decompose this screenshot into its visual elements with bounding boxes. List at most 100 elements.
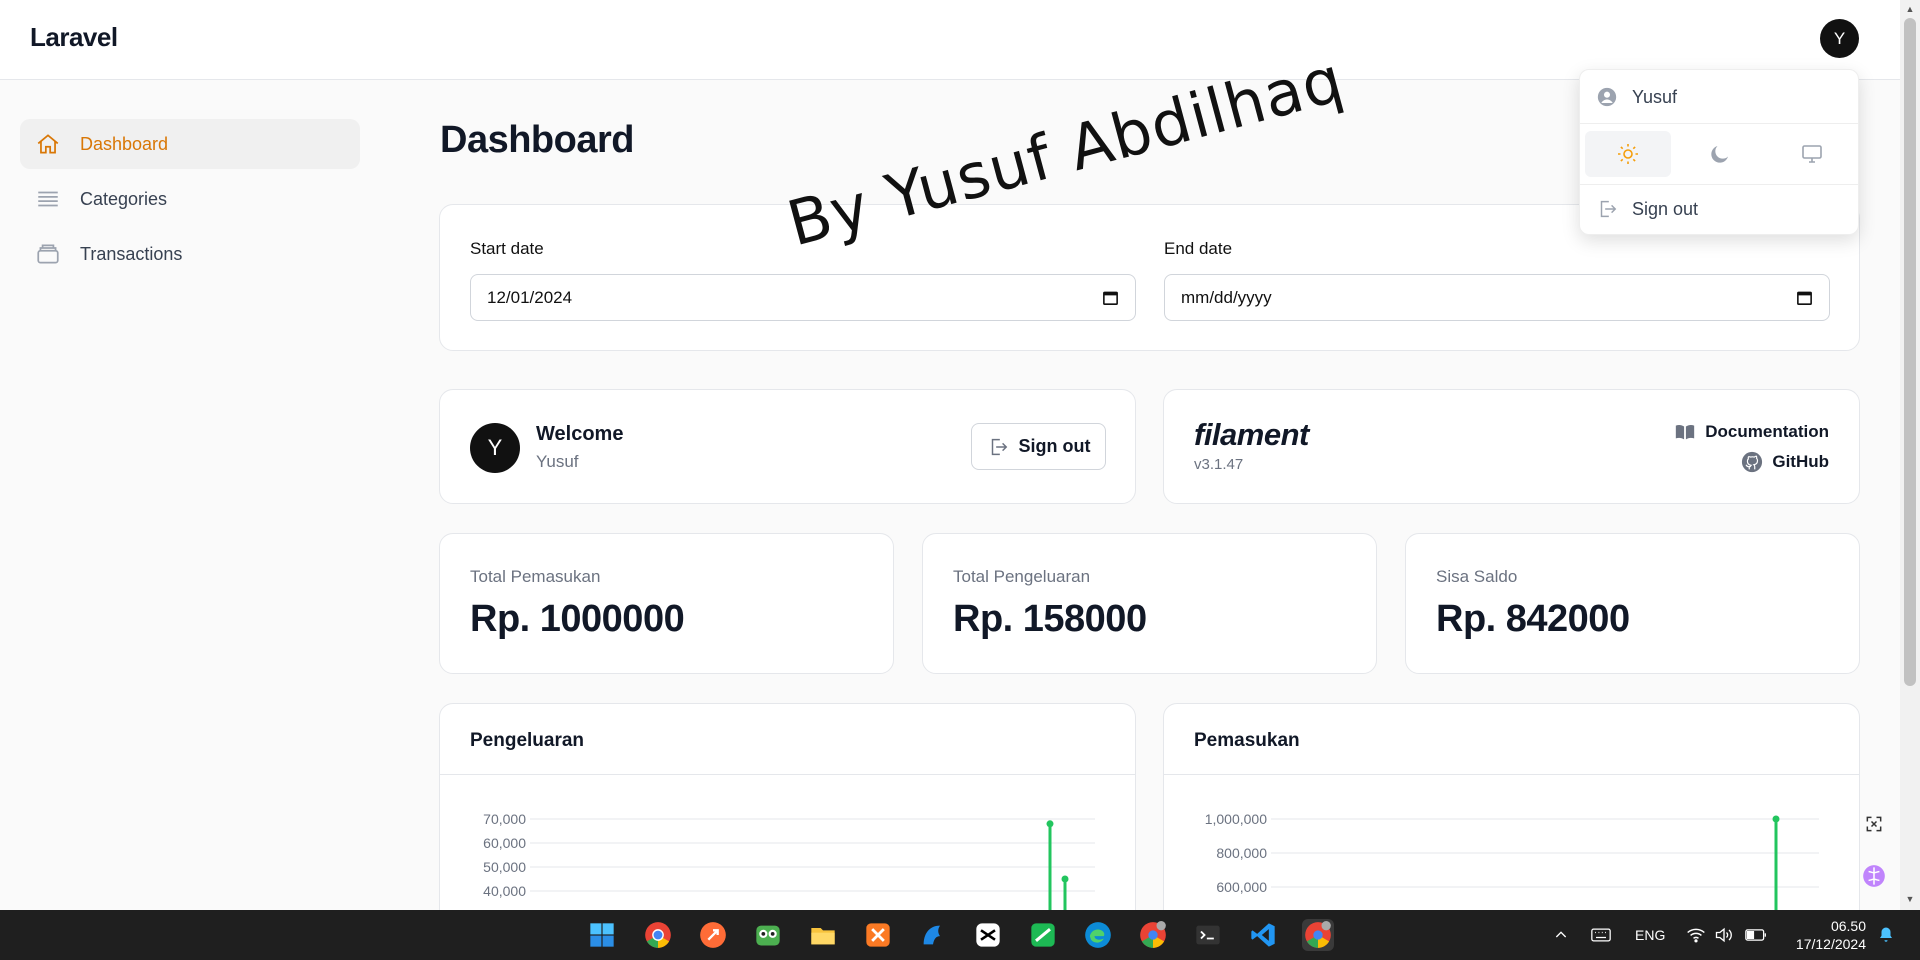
theme-dark-button[interactable] [1677,131,1763,177]
welcome-title: Welcome [536,423,624,445]
user-menu-dropdown: Yusuf Sign out [1579,69,1859,235]
stat-label: Total Pengeluaran [953,567,1091,586]
calendar-icon[interactable] [1102,289,1119,306]
y-tick-label: 600,000 [1216,879,1267,895]
book-open-icon [1676,424,1695,440]
end-date-label: End date [1164,239,1233,258]
user-circle-icon [1597,87,1617,107]
filament-version: v3.1.47 [1194,456,1244,473]
user-menu-sign-out-label: Sign out [1632,198,1699,219]
divider [1580,123,1858,124]
filament-logo[interactable]: filament [1194,417,1309,453]
start-date-label: Start date [470,239,544,258]
pemasukan-chart: 1,000,000 800,000 600,000 [1205,811,1819,942]
chart-card-pengeluaran: Pengeluaran 70,00060,00050,00040,00030,0… [439,703,1136,943]
owl-app-icon[interactable] [752,919,784,951]
data-point[interactable] [1061,875,1069,883]
end-date-value: mm/dd/yyyy [1181,287,1272,307]
sidebar-item-label: Transactions [80,243,183,264]
top-bar: Laravel Y [0,0,1900,80]
calendar-icon[interactable] [1796,289,1813,306]
github-link[interactable]: GitHub [1741,451,1829,473]
tray-chevron-icon[interactable] [1553,910,1569,960]
screen-capture-icon[interactable] [1858,808,1890,840]
moon-icon [1711,146,1728,163]
sidebar-item-categories[interactable]: Categories [20,174,360,224]
y-tick-label: 50,000 [483,859,526,875]
stat-label: Sisa Saldo [1436,567,1518,586]
notification-bell-icon[interactable] [1877,910,1895,960]
y-tick-label: 40,000 [483,883,526,899]
stat-value: Rp. 158000 [953,598,1147,640]
sign-out-icon [991,438,1007,455]
os-taskbar: ENG 06.50 17/12/2024 [0,910,1920,960]
stat-card-expense: Total Pengeluaran Rp. 158000 [922,533,1377,674]
start-date-input[interactable]: 12/01/2024 [470,274,1136,321]
ai-brain-icon[interactable] [1858,860,1890,892]
pengeluaran-chart: 70,00060,00050,00040,00030,000 [483,811,1095,942]
file-explorer-icon[interactable] [807,919,839,951]
stat-card-income: Total Pemasukan Rp. 1000000 [439,533,894,674]
user-menu-profile[interactable]: Yusuf [1596,84,1677,110]
keyboard-icon[interactable] [1591,910,1611,960]
sidebar-item-dashboard[interactable]: Dashboard [20,119,360,169]
sign-out-button[interactable]: Sign out [971,423,1106,470]
data-point[interactable] [1046,820,1054,828]
sidebar-item-transactions[interactable]: Transactions [20,229,360,279]
stat-label: Total Pemasukan [470,567,601,586]
clock-time: 06.50 [1830,918,1866,934]
page-scrollbar[interactable]: ▲ ▼ [1900,0,1920,910]
filament-info-card: filament v3.1.47 Documentation GitHub [1163,389,1860,504]
theme-light-button[interactable] [1585,131,1671,177]
brand-logo[interactable]: Laravel [30,22,118,53]
documentation-link[interactable]: Documentation [1674,421,1829,443]
documentation-label: Documentation [1705,422,1829,441]
github-label: GitHub [1772,452,1829,471]
user-avatar-button[interactable]: Y [1820,19,1859,58]
sidebar: Dashboard Categories Transactions [20,119,360,284]
data-point[interactable] [1772,815,1780,823]
line-app-icon[interactable] [1027,919,1059,951]
vscode-icon[interactable] [1247,919,1279,951]
edge-icon[interactable] [1082,919,1114,951]
stat-card-balance: Sisa Saldo Rp. 842000 [1405,533,1860,674]
chrome-profile-icon[interactable] [1137,919,1169,951]
user-menu-name: Yusuf [1632,86,1678,107]
scroll-up-arrow[interactable]: ▲ [1904,3,1916,15]
home-icon [34,130,62,158]
stat-value: Rp. 1000000 [470,598,685,640]
sidebar-item-label: Categories [80,188,168,209]
chrome-icon[interactable] [642,919,674,951]
chart-card-pemasukan: Pemasukan 1,000,000 800,000 600,000 [1163,703,1860,943]
battery-icon[interactable] [1745,910,1767,960]
start-date-value: 12/01/2024 [487,287,573,307]
welcome-user-name: Yusuf [536,452,579,471]
chrome-active-icon[interactable] [1302,919,1334,951]
theme-system-button[interactable] [1769,131,1855,177]
mysql-workbench-icon[interactable] [917,919,949,951]
y-tick-label: 60,000 [483,835,526,851]
terminal-icon[interactable] [1192,919,1224,951]
xampp-icon[interactable] [862,919,894,951]
y-tick-label: 800,000 [1216,845,1267,861]
capcut-icon[interactable] [972,919,1004,951]
system-clock[interactable]: 06.50 17/12/2024 [1786,917,1866,953]
end-date-input[interactable]: mm/dd/yyyy [1164,274,1830,321]
avatar: Y [470,423,520,473]
user-menu-sign-out[interactable]: Sign out [1596,196,1698,222]
scroll-down-arrow[interactable]: ▼ [1904,893,1916,905]
sidebar-item-label: Dashboard [80,133,169,154]
windows-start-icon[interactable] [586,919,618,951]
sun-icon [1618,144,1638,164]
sign-out-icon [1600,200,1617,218]
postman-icon[interactable] [697,919,729,951]
divider [1580,184,1858,185]
github-icon [1742,451,1763,473]
stat-value: Rp. 842000 [1436,598,1630,640]
volume-icon[interactable] [1714,910,1734,960]
y-tick-label: 1,000,000 [1205,811,1267,827]
language-indicator[interactable]: ENG [1635,910,1665,960]
clock-date: 17/12/2024 [1795,936,1866,952]
scroll-thumb[interactable] [1904,18,1916,686]
wifi-icon[interactable] [1686,910,1706,960]
